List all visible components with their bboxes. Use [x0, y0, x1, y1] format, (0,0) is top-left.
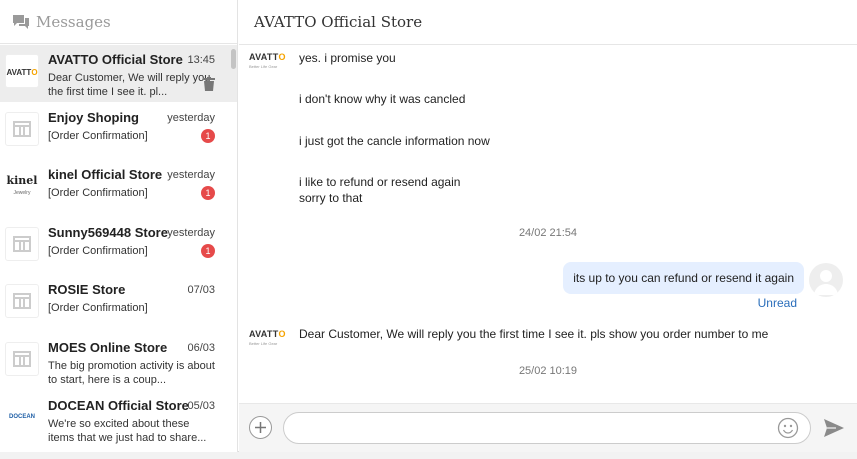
store-icon: [5, 227, 39, 261]
incoming-message: yes. i promise you: [299, 51, 396, 65]
conversation-name: DOCEAN Official Store: [48, 398, 189, 413]
incoming-message: Dear Customer, We will reply you the fir…: [299, 327, 769, 341]
incoming-message: sorry to that: [299, 191, 363, 205]
sidebar-header: Messages: [0, 0, 237, 44]
message-timestamp: 25/02 10:19: [518, 365, 578, 377]
unread-badge: 1: [201, 244, 215, 258]
chat-panel: AVATTO Official Store AVATTO Better Life …: [239, 0, 857, 452]
conversation-preview: Dear Customer, We will reply you the fir…: [48, 72, 211, 98]
store-icon: [5, 284, 39, 318]
send-arrow-icon[interactable]: [823, 418, 845, 438]
conversation-item-moes[interactable]: MOES Online Store 06/03 The big promotio…: [0, 333, 237, 390]
message-status: Unread: [757, 296, 797, 310]
sidebar-title: Messages: [36, 12, 111, 31]
sidebar-scrollbar[interactable]: [231, 49, 236, 69]
message-list: AVATTO Better Life Gear yes. i promise yo…: [239, 45, 857, 403]
unread-badge: 1: [201, 129, 215, 143]
add-attachment-button[interactable]: [249, 416, 272, 439]
incoming-message: i like to refund or resend again: [299, 175, 461, 189]
conversation-time: 07/03: [187, 284, 215, 296]
conversation-time: 13:45: [187, 54, 215, 66]
conversation-item-docean[interactable]: DOCEAN DOCEAN Official Store 05/03 We're…: [0, 391, 237, 448]
incoming-message: i just got the cancle information now: [299, 134, 490, 148]
incoming-message: i don't know why it was cancled: [299, 92, 466, 106]
conversation-preview: We're so excited about these items that …: [48, 418, 207, 444]
chat-bubbles-icon: [13, 14, 29, 29]
conversation-time: 05/03: [187, 400, 215, 412]
store-logo-avatto: AVATTO: [5, 54, 39, 88]
conversation-name: MOES Online Store: [48, 340, 168, 355]
store-avatar: AVATTO Better Life Gear: [249, 329, 286, 346]
conversation-item-sunny569448[interactable]: Sunny569448 Store yesterday [Order Confi…: [0, 218, 237, 275]
conversation-preview: The big promotion activity is about to s…: [48, 360, 215, 386]
messenger-app: Messages AVATTO AVATTO Official Store 13…: [0, 0, 857, 452]
conversation-time: yesterday: [167, 169, 215, 181]
message-timestamp: 24/02 21:54: [518, 227, 578, 239]
store-icon: [5, 342, 39, 376]
conversation-name: ROSIE Store: [48, 282, 126, 297]
unread-badge: 1: [201, 186, 215, 200]
message-input[interactable]: [283, 412, 811, 444]
conversation-name: kinel Official Store: [48, 167, 163, 182]
outgoing-message: its up to you can refund or resend it ag…: [563, 262, 804, 294]
store-logo-kinel: kinel Jewelry: [5, 169, 39, 203]
chat-title: AVATTO Official Store: [254, 13, 423, 31]
conversation-name: Sunny569448 Store: [48, 225, 168, 240]
store-logo-docean: DOCEAN: [5, 400, 39, 434]
conversation-item-avatto[interactable]: AVATTO AVATTO Official Store 13:45 Dear …: [0, 45, 237, 102]
conversation-time: yesterday: [167, 112, 215, 124]
store-icon: [5, 112, 39, 146]
conversation-preview: [Order Confirmation]: [48, 245, 148, 257]
compose-bar: [239, 403, 857, 452]
conversation-item-kinel[interactable]: kinel Jewelry kinel Official Store yeste…: [0, 160, 237, 217]
conversation-name: AVATTO Official Store: [48, 52, 183, 67]
conversation-sidebar: Messages AVATTO AVATTO Official Store 13…: [0, 0, 238, 452]
chat-header: AVATTO Official Store: [239, 0, 857, 45]
trash-icon[interactable]: [203, 77, 215, 91]
conversation-time: yesterday: [167, 227, 215, 239]
conversation-name: Enjoy Shoping: [48, 110, 139, 125]
conversation-item-rosie[interactable]: ROSIE Store 07/03 [Order Confirmation]: [0, 275, 237, 332]
smiley-icon[interactable]: [777, 417, 799, 439]
conversation-preview: [Order Confirmation]: [48, 187, 148, 199]
conversation-preview: [Order Confirmation]: [48, 302, 148, 314]
plus-circle-icon: [255, 422, 266, 433]
conversation-time: 06/03: [187, 342, 215, 354]
user-avatar: [809, 263, 843, 297]
conversation-item-enjoy-shoping[interactable]: Enjoy Shoping yesterday [Order Confirmat…: [0, 103, 237, 160]
conversation-preview: [Order Confirmation]: [48, 130, 148, 142]
store-avatar: AVATTO Better Life Gear: [249, 52, 286, 69]
